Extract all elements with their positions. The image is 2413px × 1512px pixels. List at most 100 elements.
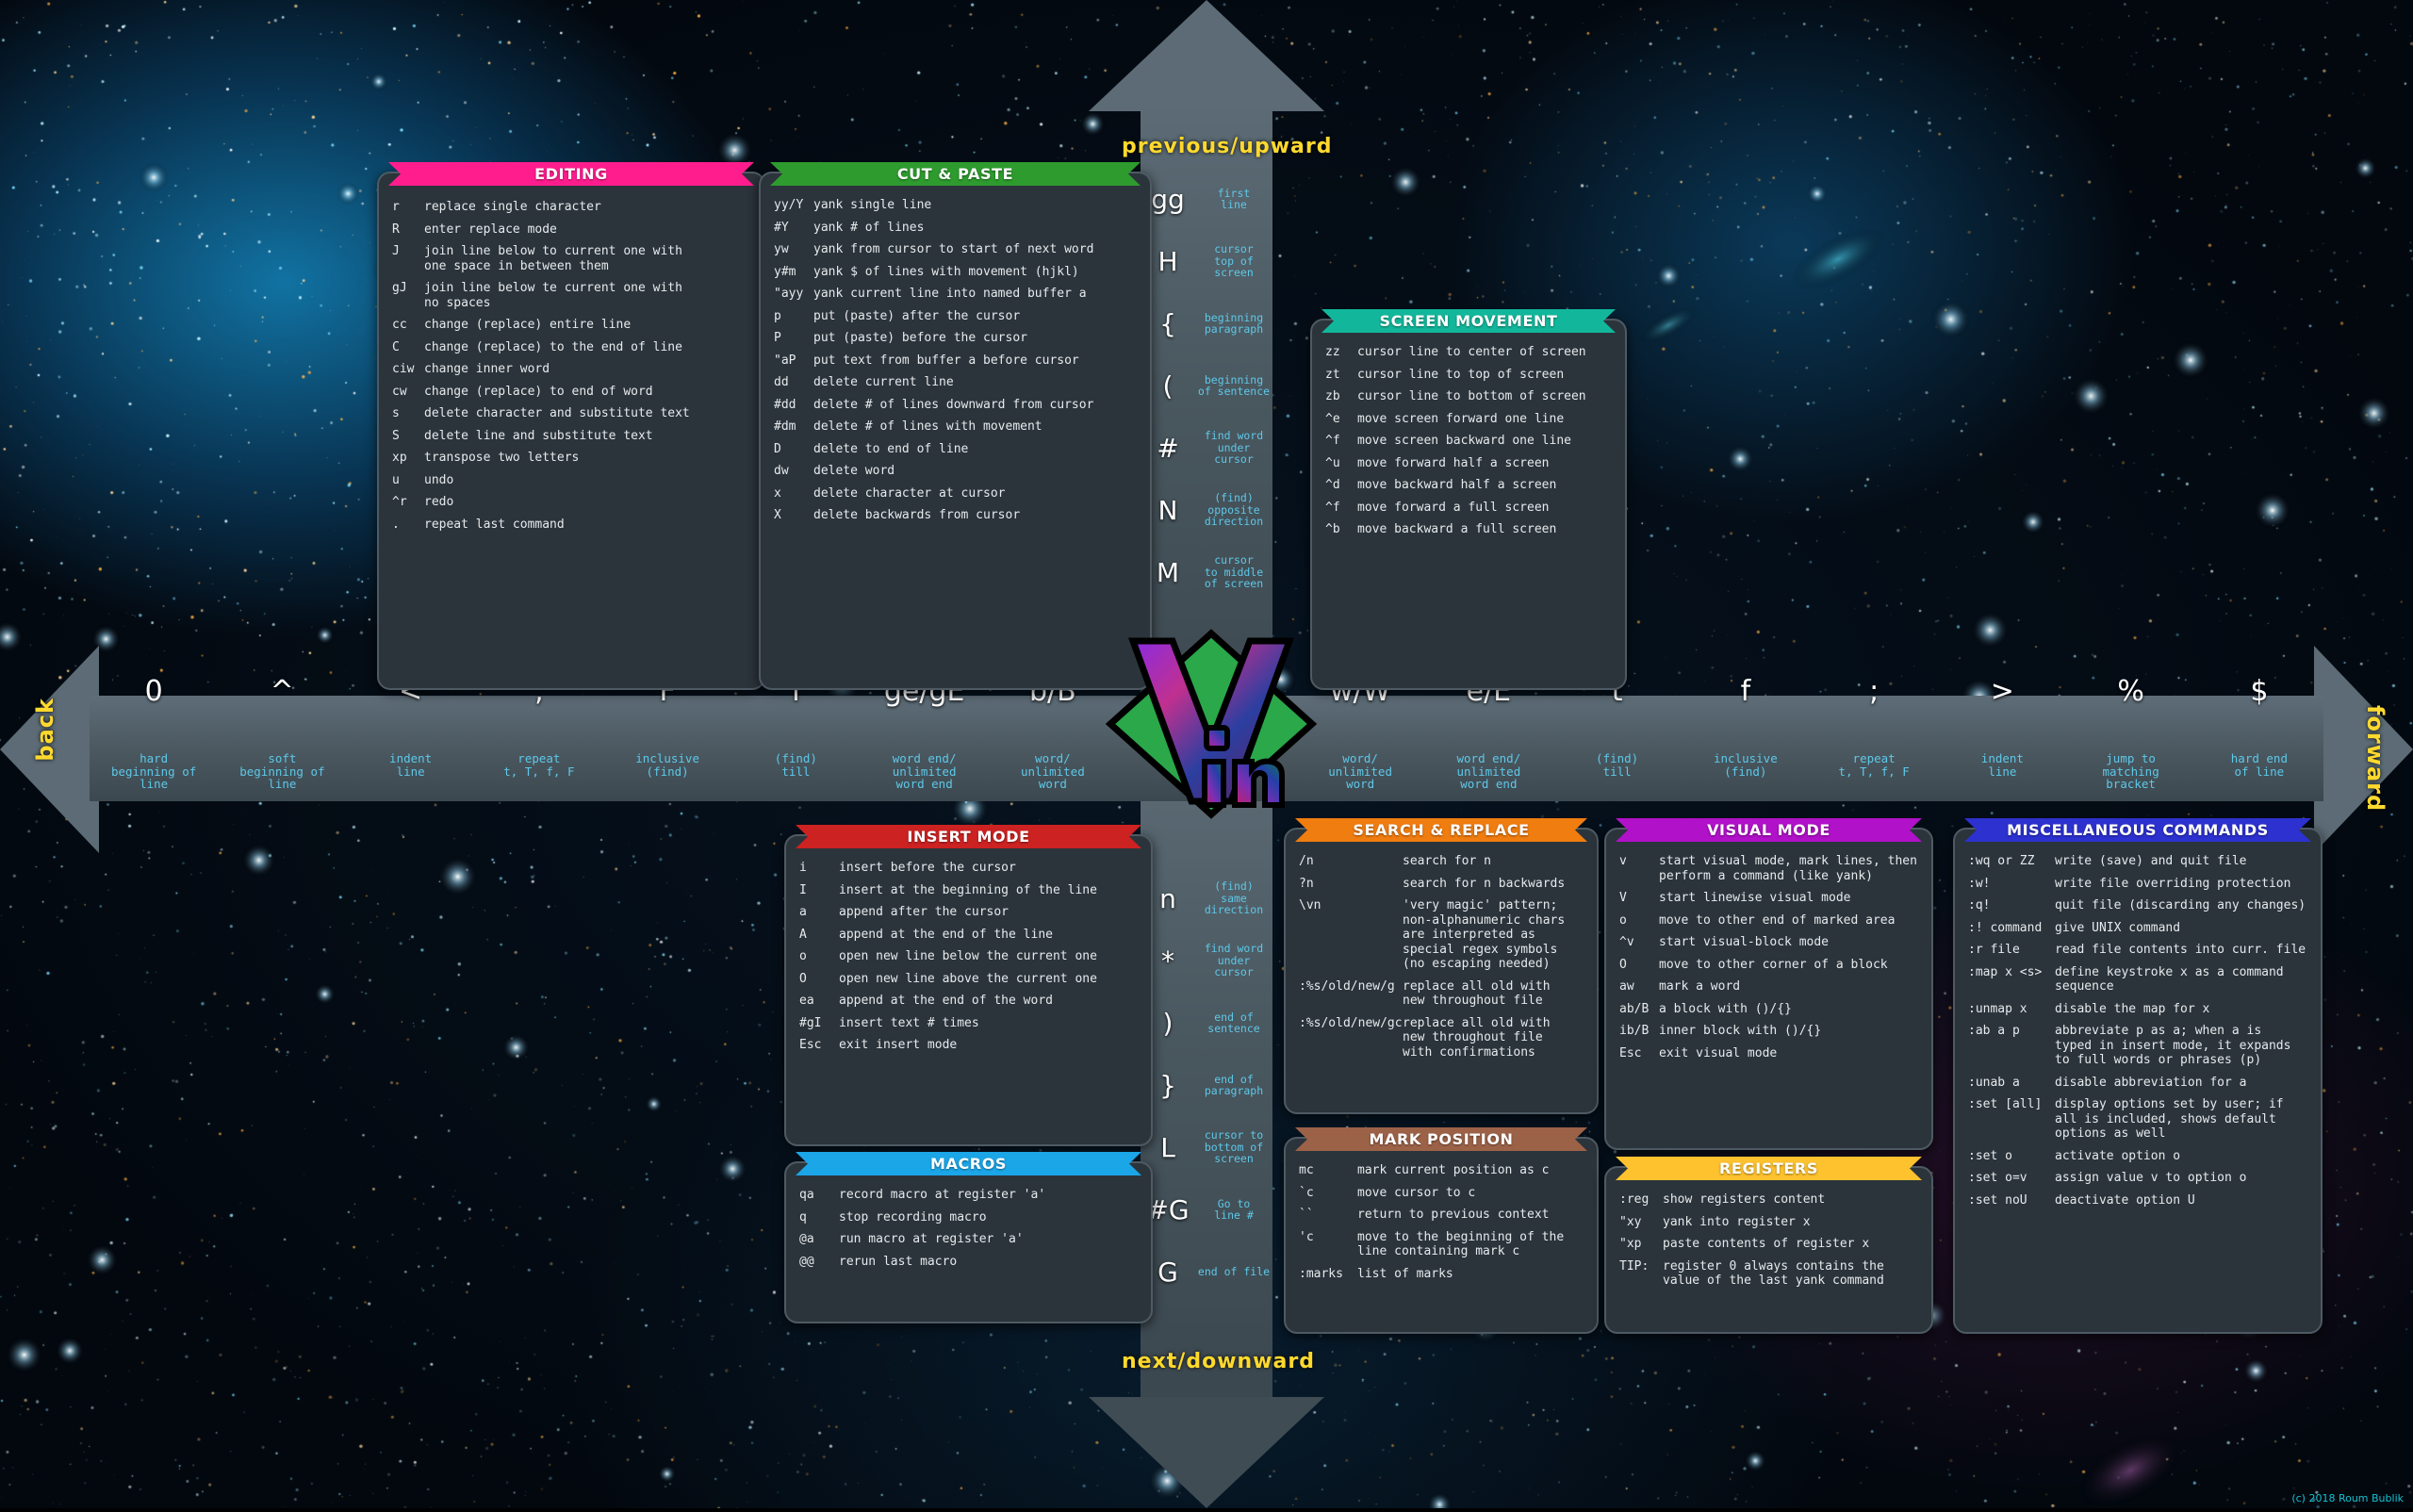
command-description: redo [424, 495, 454, 509]
motion-description: find word under cursor [1204, 942, 1264, 979]
command-key: A [799, 927, 807, 942]
command-description: give UNIX command [2055, 920, 2181, 935]
command-key: ib/B [1619, 1024, 1650, 1038]
command-row: Vstart linewise visual mode [1619, 891, 1918, 906]
command-description: put (paste) after the cursor [813, 308, 1021, 323]
command-row: :%s/old/new/g replace all old with new th… [1299, 979, 1584, 1009]
command-description: mark current position as c [1357, 1163, 1550, 1177]
command-description: exit insert mode [839, 1038, 958, 1052]
command-key: :q! [1968, 898, 1991, 912]
command-key: mc [1299, 1163, 1314, 1177]
command-key: "ayy [774, 287, 804, 301]
command-key: #dd [774, 397, 796, 412]
command-description: delete character and substitute text [424, 406, 690, 420]
vim-logo [1105, 629, 1318, 819]
command-row: ib/B inner block with ()/{} [1619, 1024, 1918, 1039]
command-row: :ab a p abbreviate p as a; when a is type… [1968, 1024, 2307, 1068]
command-key: :unmap x [1968, 1001, 2027, 1016]
command-key: yw [774, 242, 789, 256]
panel-search-replace-rows: /n search for n ?n search for n backwards \v… [1286, 830, 1597, 1078]
command-description: put text from buffer a before cursor [813, 353, 1079, 368]
command-row: ab/B a block with ()/{} [1619, 1002, 1918, 1017]
command-key: O [1619, 957, 1627, 972]
command-key: :w! [1968, 876, 1991, 891]
panel-macros-title: MACROS [796, 1152, 1141, 1175]
command-key: @a [799, 1232, 814, 1246]
command-row: :%s/old/new/gc replace all old with new t… [1299, 1016, 1584, 1060]
command-description: exit visual mode [1659, 1045, 1778, 1060]
command-description: join line below to current one with one … [424, 244, 682, 273]
command-row: qa record macro at register 'a' [799, 1188, 1138, 1203]
command-key: \vn [1299, 898, 1321, 912]
command-key: P [774, 331, 781, 345]
label-back: back [32, 698, 58, 762]
command-row: ?n search for n backwards [1299, 877, 1584, 892]
command-row: o move to other end of marked area [1619, 913, 1918, 929]
command-row: dw delete word [774, 464, 1137, 479]
command-row: ^f move forward a full screen [1325, 501, 1612, 516]
command-description: append after the cursor [839, 905, 1010, 919]
command-row: . repeat last command [392, 518, 750, 533]
command-row: Ddelete to end of line [774, 442, 1137, 457]
motion-row: n (find) same direction [1141, 867, 1272, 929]
command-row: yw yank from cursor to start of next word [774, 242, 1137, 257]
panel-search-replace-title: SEARCH & REPLACE [1295, 818, 1587, 842]
command-description: disable the map for x [2055, 1001, 2210, 1016]
command-row: Esc exit insert mode [799, 1038, 1138, 1053]
command-row: ^v start visual-block mode [1619, 935, 1918, 950]
motion-description: cursor top of screen [1214, 242, 1254, 280]
command-description: cursor line to center of screen [1357, 345, 1586, 359]
motion-description: word end/ unlimited word end [892, 751, 957, 791]
command-row: :set o activate option o [1968, 1149, 2307, 1164]
motion-description: hard beginning of line [110, 751, 197, 791]
command-description: insert text # times [839, 1015, 979, 1030]
motion-row: * find word under cursor [1141, 929, 1272, 992]
command-key: o [799, 949, 807, 963]
command-description: move to other end of marked area [1659, 912, 1896, 928]
motion-description: indent line [1980, 751, 2024, 779]
command-row: #gI insert text # times [799, 1016, 1138, 1031]
command-row: ^u move forward half a screen [1325, 456, 1612, 471]
command-description: assign value v to option o [2055, 1171, 2247, 1185]
command-key: S [392, 428, 400, 443]
command-description: list of marks [1357, 1266, 1453, 1281]
command-row: ^b move backward a full screen [1325, 522, 1612, 537]
command-key: Esc [1619, 1045, 1642, 1060]
vertical-motion-down-column: n (find) same direction * find word under c… [1141, 867, 1272, 1303]
motion-row: Gend of file [1141, 1241, 1272, 1303]
command-description: replace all old with new throughout file… [1403, 1015, 1551, 1060]
command-key: qa [799, 1188, 814, 1202]
command-row: Cchange (replace) to the end of line [392, 340, 750, 355]
command-key: zz [1325, 345, 1340, 359]
command-row: /n search for n [1299, 854, 1584, 869]
command-key: cc [392, 318, 407, 332]
command-key: zt [1325, 367, 1340, 382]
command-description: delete current line [813, 375, 954, 389]
command-row: yy/Y yank single line [774, 198, 1137, 213]
motion-key: 0 [144, 675, 163, 708]
command-key: #Y [774, 220, 789, 235]
motion-description: beginning paragraph [1204, 310, 1264, 336]
motion-row: # find word under cursor [1141, 417, 1272, 479]
motion-row: Hcursor top of screen [1141, 230, 1272, 292]
command-key: :ab a p [1968, 1024, 2020, 1038]
command-key: aw [1619, 979, 1634, 994]
command-row: Sdelete line and substitute text [392, 429, 750, 444]
command-description: insert before the cursor [839, 861, 1016, 875]
command-key: @@ [799, 1254, 814, 1269]
command-key: ^f [1325, 500, 1340, 515]
command-row: Xdelete backwards from cursor [774, 508, 1137, 523]
command-row: ^e move screen forward one line [1325, 412, 1612, 427]
command-row: u undo [392, 473, 750, 488]
command-row: dd delete current line [774, 375, 1137, 390]
command-key: `` [1299, 1208, 1314, 1222]
command-description: activate option o [2055, 1148, 2181, 1163]
motion-row: N (find) opposite direction [1141, 479, 1272, 541]
command-row: o open new line below the current one [799, 949, 1138, 964]
command-row: aw mark a word [1619, 979, 1918, 994]
panel-mark-position: MARK POSITION mc mark current position as… [1284, 1137, 1599, 1334]
label-next-downward: next/downward [1122, 1350, 1315, 1373]
command-description: a block with ()/{} [1659, 1001, 1792, 1016]
motion-key: f [1740, 675, 1751, 708]
command-key: q [799, 1209, 807, 1224]
